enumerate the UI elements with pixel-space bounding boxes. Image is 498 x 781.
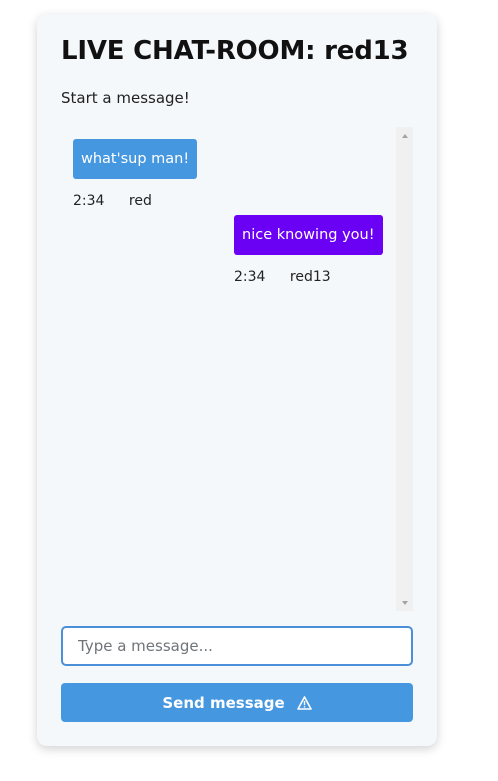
scroll-up-arrow-icon[interactable]: [396, 127, 413, 144]
message-user: red: [128, 193, 152, 209]
send-button-label: Send message: [162, 693, 285, 712]
message-time: 2:34: [73, 193, 105, 209]
message-list-scrollbar[interactable]: [396, 127, 413, 611]
message-bubble: what'sup man!: [73, 139, 198, 179]
warning-triangle-icon: [296, 695, 312, 710]
message-meta: 2:34 red: [73, 193, 197, 209]
message-item: what'sup man! 2:34 red: [73, 139, 198, 209]
message-time: 2:34: [234, 269, 266, 285]
message-meta: 2:34 red13: [234, 269, 383, 285]
message-user: red13: [289, 269, 331, 285]
message-list[interactable]: what'sup man! 2:34 red nice knowing you!…: [61, 127, 413, 611]
message-bubble: nice knowing you!: [234, 215, 383, 255]
subtitle: Start a message!: [61, 89, 190, 107]
chat-card: LIVE CHAT-ROOM: red13 Start a message! w…: [37, 14, 437, 746]
message-item: nice knowing you! 2:34 red13: [234, 215, 383, 285]
message-input[interactable]: [61, 626, 413, 666]
send-message-button[interactable]: Send message: [61, 683, 413, 722]
page-title: LIVE CHAT-ROOM: red13: [61, 36, 409, 66]
scroll-down-arrow-icon[interactable]: [396, 594, 413, 611]
